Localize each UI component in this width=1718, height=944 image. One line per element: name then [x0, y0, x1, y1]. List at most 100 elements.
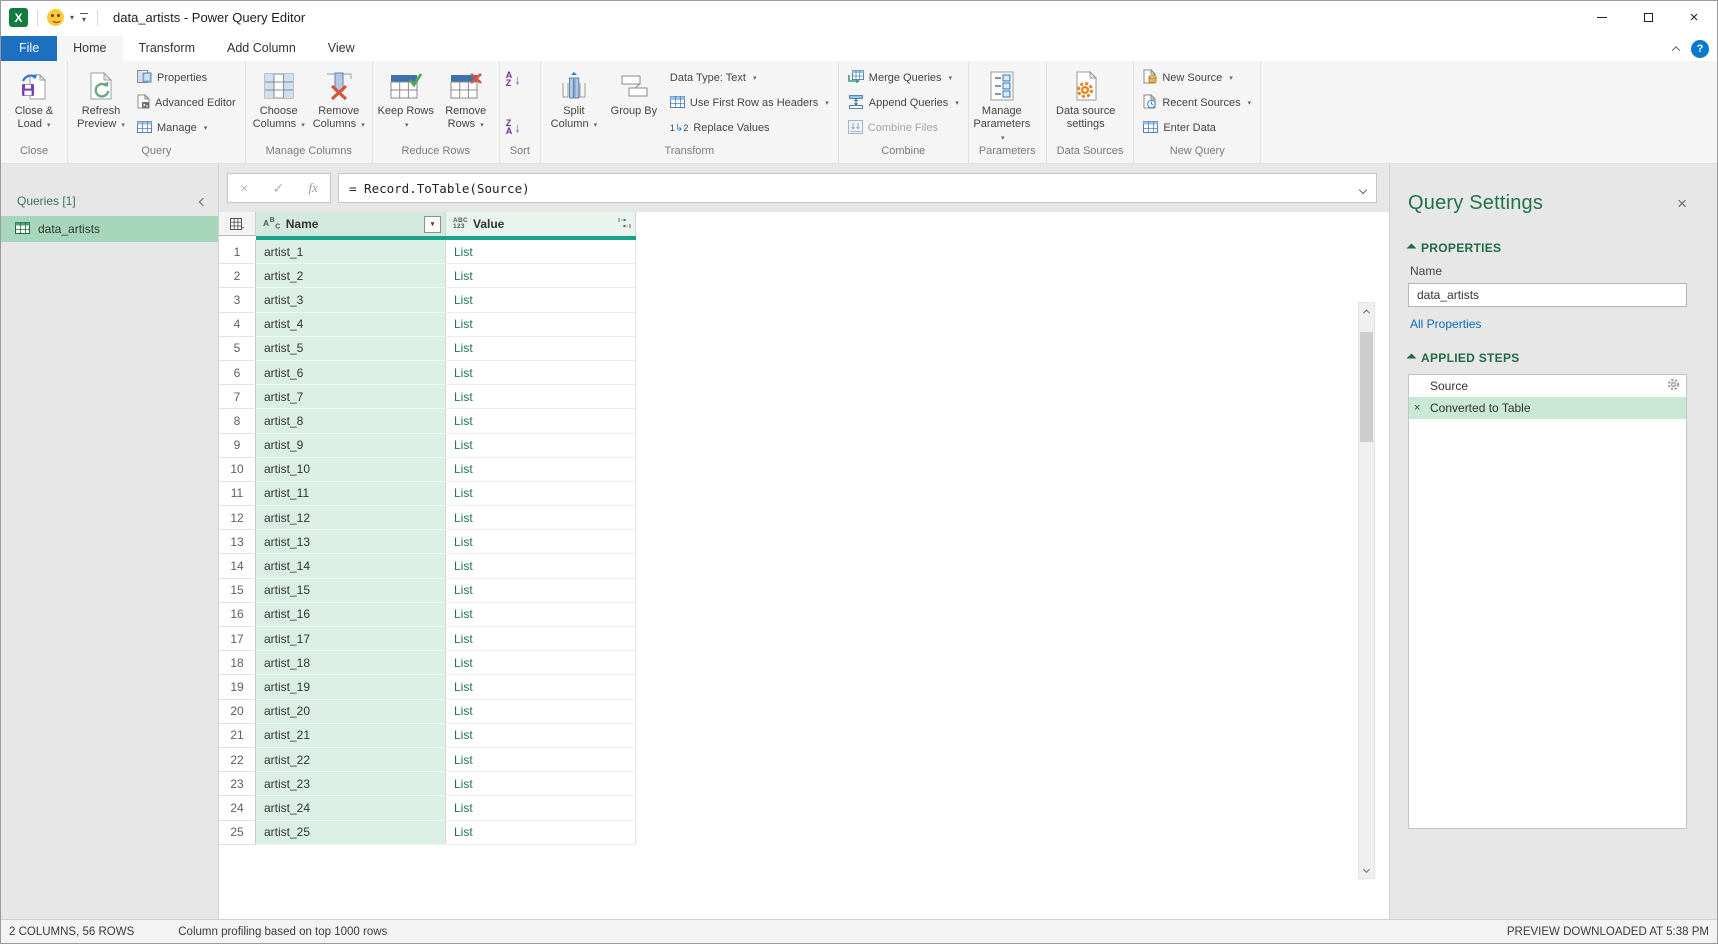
- value-cell[interactable]: List: [446, 506, 636, 530]
- delete-step-icon[interactable]: ×: [1414, 402, 1430, 414]
- append-queries-button[interactable]: Append Queries ▾: [845, 92, 962, 114]
- value-cell[interactable]: List: [446, 409, 636, 433]
- list-link[interactable]: List: [454, 341, 473, 355]
- remove-rows-button[interactable]: Remove Rows ▾: [437, 63, 495, 145]
- tab-file[interactable]: File: [1, 36, 57, 61]
- list-link[interactable]: List: [454, 414, 473, 428]
- name-cell[interactable]: artist_4: [256, 313, 446, 337]
- cancel-formula-icon[interactable]: ×: [240, 180, 248, 196]
- applied-step-source[interactable]: × Source: [1409, 375, 1686, 397]
- group-by-button[interactable]: Group By: [605, 63, 663, 145]
- list-link[interactable]: List: [454, 753, 473, 767]
- value-cell[interactable]: List: [446, 772, 636, 796]
- list-link[interactable]: List: [454, 728, 473, 742]
- name-cell[interactable]: artist_3: [256, 288, 446, 312]
- scrollbar-thumb[interactable]: [1360, 332, 1373, 442]
- value-cell[interactable]: List: [446, 385, 636, 409]
- query-list-item[interactable]: data_artists: [1, 216, 218, 242]
- name-cell[interactable]: artist_18: [256, 651, 446, 675]
- row-number-cell[interactable]: 1: [219, 240, 256, 264]
- name-cell[interactable]: artist_10: [256, 458, 446, 482]
- remove-columns-button[interactable]: Remove Columns ▾: [310, 63, 368, 145]
- name-cell[interactable]: artist_11: [256, 482, 446, 506]
- value-cell[interactable]: List: [446, 796, 636, 820]
- table-select-all-button[interactable]: [219, 212, 256, 236]
- row-number-cell[interactable]: 21: [219, 724, 256, 748]
- row-number-cell[interactable]: 10: [219, 458, 256, 482]
- value-cell[interactable]: List: [446, 748, 636, 772]
- name-cell[interactable]: artist_24: [256, 796, 446, 820]
- list-link[interactable]: List: [454, 607, 473, 621]
- all-properties-link[interactable]: All Properties: [1410, 317, 1687, 331]
- combine-files-button[interactable]: Combine Files: [845, 117, 962, 139]
- value-cell[interactable]: List: [446, 675, 636, 699]
- replace-values-button[interactable]: 1↳2 Replace Values: [667, 117, 832, 139]
- value-cell[interactable]: List: [446, 361, 636, 385]
- list-link[interactable]: List: [454, 269, 473, 283]
- value-cell[interactable]: List: [446, 554, 636, 578]
- list-link[interactable]: List: [454, 245, 473, 259]
- name-cell[interactable]: artist_2: [256, 264, 446, 288]
- name-cell[interactable]: artist_15: [256, 579, 446, 603]
- row-number-cell[interactable]: 12: [219, 506, 256, 530]
- row-number-cell[interactable]: 19: [219, 675, 256, 699]
- list-link[interactable]: List: [454, 511, 473, 525]
- row-number-cell[interactable]: 11: [219, 482, 256, 506]
- enter-data-button[interactable]: Enter Data: [1140, 117, 1254, 139]
- commit-formula-icon[interactable]: ✓: [273, 180, 285, 197]
- value-cell[interactable]: List: [446, 434, 636, 458]
- name-cell[interactable]: artist_8: [256, 409, 446, 433]
- row-number-cell[interactable]: 24: [219, 796, 256, 820]
- list-link[interactable]: List: [454, 535, 473, 549]
- list-link[interactable]: List: [454, 583, 473, 597]
- collapse-queries-pane-icon[interactable]: [200, 194, 206, 208]
- query-name-input[interactable]: [1408, 283, 1687, 307]
- value-cell[interactable]: List: [446, 337, 636, 361]
- row-number-cell[interactable]: 5: [219, 337, 256, 361]
- expand-value-column-icon[interactable]: [618, 217, 631, 232]
- value-cell[interactable]: List: [446, 724, 636, 748]
- list-link[interactable]: List: [454, 366, 473, 380]
- name-cell[interactable]: artist_7: [256, 385, 446, 409]
- table-vertical-scrollbar[interactable]: [1358, 302, 1375, 879]
- value-cell[interactable]: List: [446, 458, 636, 482]
- recent-sources-button[interactable]: Recent Sources ▾: [1140, 92, 1254, 114]
- feedback-smiley-icon[interactable]: [47, 9, 64, 26]
- list-link[interactable]: List: [454, 317, 473, 331]
- list-link[interactable]: List: [454, 293, 473, 307]
- refresh-preview-button[interactable]: Refresh Preview ▾: [72, 63, 130, 145]
- split-column-button[interactable]: Split Column ▾: [545, 63, 603, 145]
- scroll-down-button[interactable]: [1359, 861, 1374, 878]
- tab-transform[interactable]: Transform: [123, 36, 212, 61]
- column-header-value[interactable]: ABC123 Value: [446, 212, 636, 236]
- tab-home[interactable]: Home: [57, 36, 122, 61]
- expand-formula-bar-icon[interactable]: [1360, 181, 1366, 196]
- name-cell[interactable]: artist_23: [256, 772, 446, 796]
- value-cell[interactable]: List: [446, 627, 636, 651]
- row-number-cell[interactable]: 25: [219, 821, 256, 845]
- name-cell[interactable]: artist_21: [256, 724, 446, 748]
- minimize-button[interactable]: [1579, 1, 1625, 34]
- use-first-row-as-headers-button[interactable]: Use First Row as Headers ▾: [667, 92, 832, 114]
- list-link[interactable]: List: [454, 704, 473, 718]
- row-number-cell[interactable]: 2: [219, 264, 256, 288]
- choose-columns-button[interactable]: Choose Columns ▾: [250, 63, 308, 145]
- value-cell[interactable]: List: [446, 821, 636, 845]
- list-link[interactable]: List: [454, 801, 473, 815]
- row-number-cell[interactable]: 14: [219, 554, 256, 578]
- new-source-button[interactable]: New Source ▾: [1140, 67, 1254, 89]
- data-source-settings-button[interactable]: Data source settings: [1051, 63, 1121, 145]
- data-type-button[interactable]: Data Type: Text ▾: [667, 67, 832, 89]
- value-cell[interactable]: List: [446, 264, 636, 288]
- close-and-load-button[interactable]: Close & Load ▾: [5, 63, 63, 145]
- row-number-cell[interactable]: 16: [219, 603, 256, 627]
- excel-app-icon[interactable]: X: [9, 8, 28, 27]
- list-link[interactable]: List: [454, 462, 473, 476]
- name-cell[interactable]: artist_14: [256, 554, 446, 578]
- row-number-cell[interactable]: 9: [219, 434, 256, 458]
- value-cell[interactable]: List: [446, 288, 636, 312]
- row-number-cell[interactable]: 20: [219, 700, 256, 724]
- maximize-button[interactable]: [1625, 1, 1671, 34]
- row-number-cell[interactable]: 17: [219, 627, 256, 651]
- name-cell[interactable]: artist_19: [256, 675, 446, 699]
